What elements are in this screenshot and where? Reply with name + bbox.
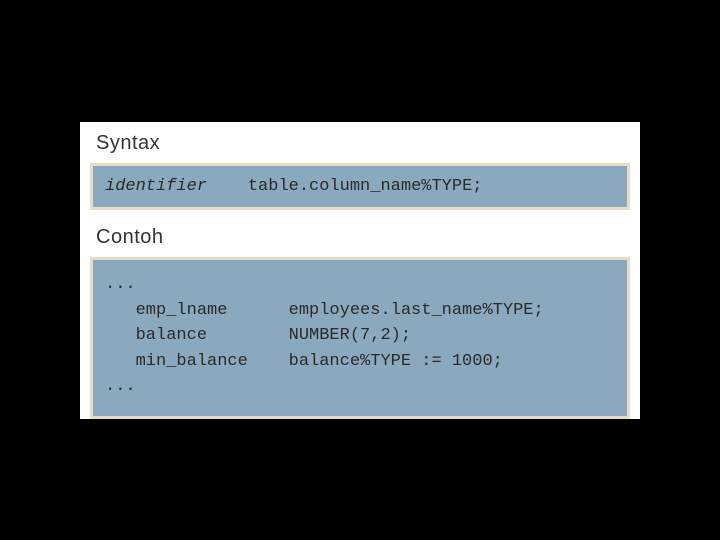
example-line-3: balance NUMBER(7,2); — [105, 323, 615, 349]
syntax-code-box: identifier table.column_name%TYPE; — [90, 163, 630, 211]
example-line-4: min_balance balance%TYPE := 1000; — [105, 349, 615, 375]
syntax-line: identifier table.column_name%TYPE; — [105, 174, 615, 200]
syntax-label: Syntax — [80, 122, 640, 163]
identifier-keyword: identifier — [105, 177, 207, 196]
example-label: Contoh — [80, 216, 640, 257]
syntax-rest: table.column_name%TYPE; — [207, 177, 482, 196]
content-panel: Syntax identifier table.column_name%TYPE… — [80, 122, 640, 419]
example-code-box: ... emp_lname employees.last_name%TYPE; … — [90, 257, 630, 419]
example-line-1: ... — [105, 272, 615, 298]
example-line-2: emp_lname employees.last_name%TYPE; — [105, 298, 615, 324]
example-line-5: ... — [105, 374, 615, 400]
